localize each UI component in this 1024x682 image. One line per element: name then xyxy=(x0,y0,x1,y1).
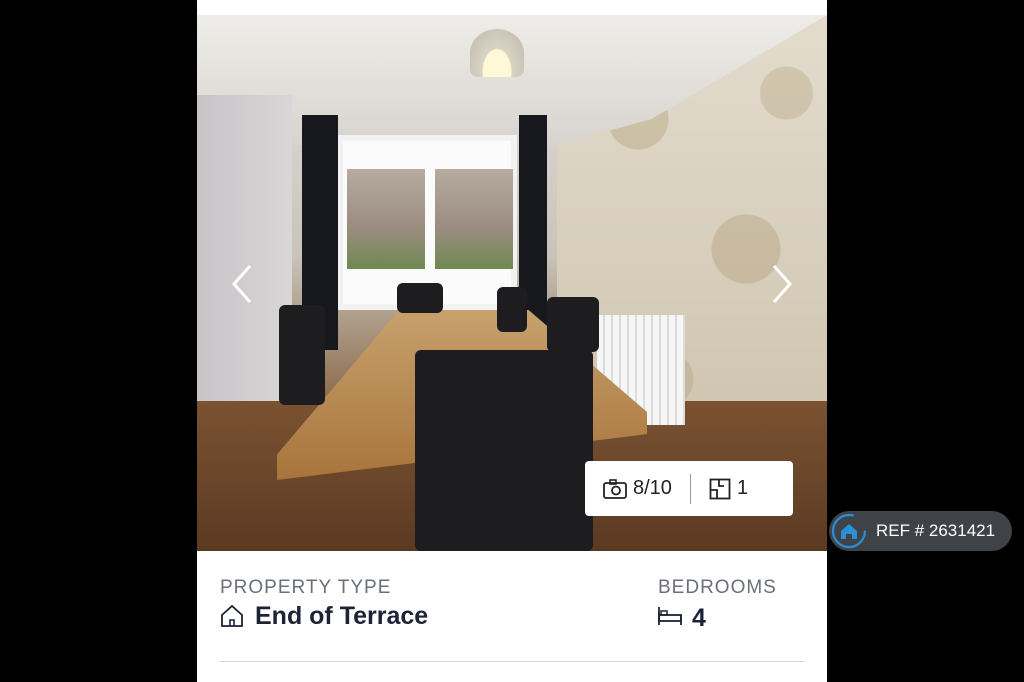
section-divider xyxy=(220,661,804,662)
photo-chair xyxy=(547,297,599,352)
photo-chair xyxy=(279,305,325,405)
chevron-right-icon xyxy=(772,265,793,303)
reference-text: REF # 2631421 xyxy=(876,521,996,540)
photo-lamp xyxy=(470,29,524,77)
photo-count[interactable]: 8/10 xyxy=(603,477,672,500)
property-type-value: End of Terrace xyxy=(255,602,429,630)
photo-chair xyxy=(397,283,443,313)
bed-icon xyxy=(657,606,683,630)
bedrooms-label: BEDROOMS xyxy=(658,577,777,598)
camera-icon xyxy=(603,478,627,499)
next-photo-button[interactable] xyxy=(764,262,800,306)
media-counter[interactable]: 8/10 1 xyxy=(585,461,793,516)
photo-count-text: 8/10 xyxy=(633,477,672,499)
floorplan-count-text: 1 xyxy=(736,477,749,499)
house-icon xyxy=(220,604,244,632)
property-type-label: PROPERTY TYPE xyxy=(220,577,392,598)
chevron-left-icon xyxy=(231,265,252,303)
previous-photo-button[interactable] xyxy=(224,262,260,306)
floorplan-count[interactable]: 1 xyxy=(709,477,748,500)
bedrooms-value: 4 xyxy=(692,604,706,632)
floorplan-icon xyxy=(709,478,731,499)
counter-divider xyxy=(689,473,691,504)
home-icon xyxy=(830,512,868,550)
reference-badge: REF # 2631421 xyxy=(829,511,1012,551)
photo-chair xyxy=(497,287,527,332)
photo-chair xyxy=(415,350,593,551)
